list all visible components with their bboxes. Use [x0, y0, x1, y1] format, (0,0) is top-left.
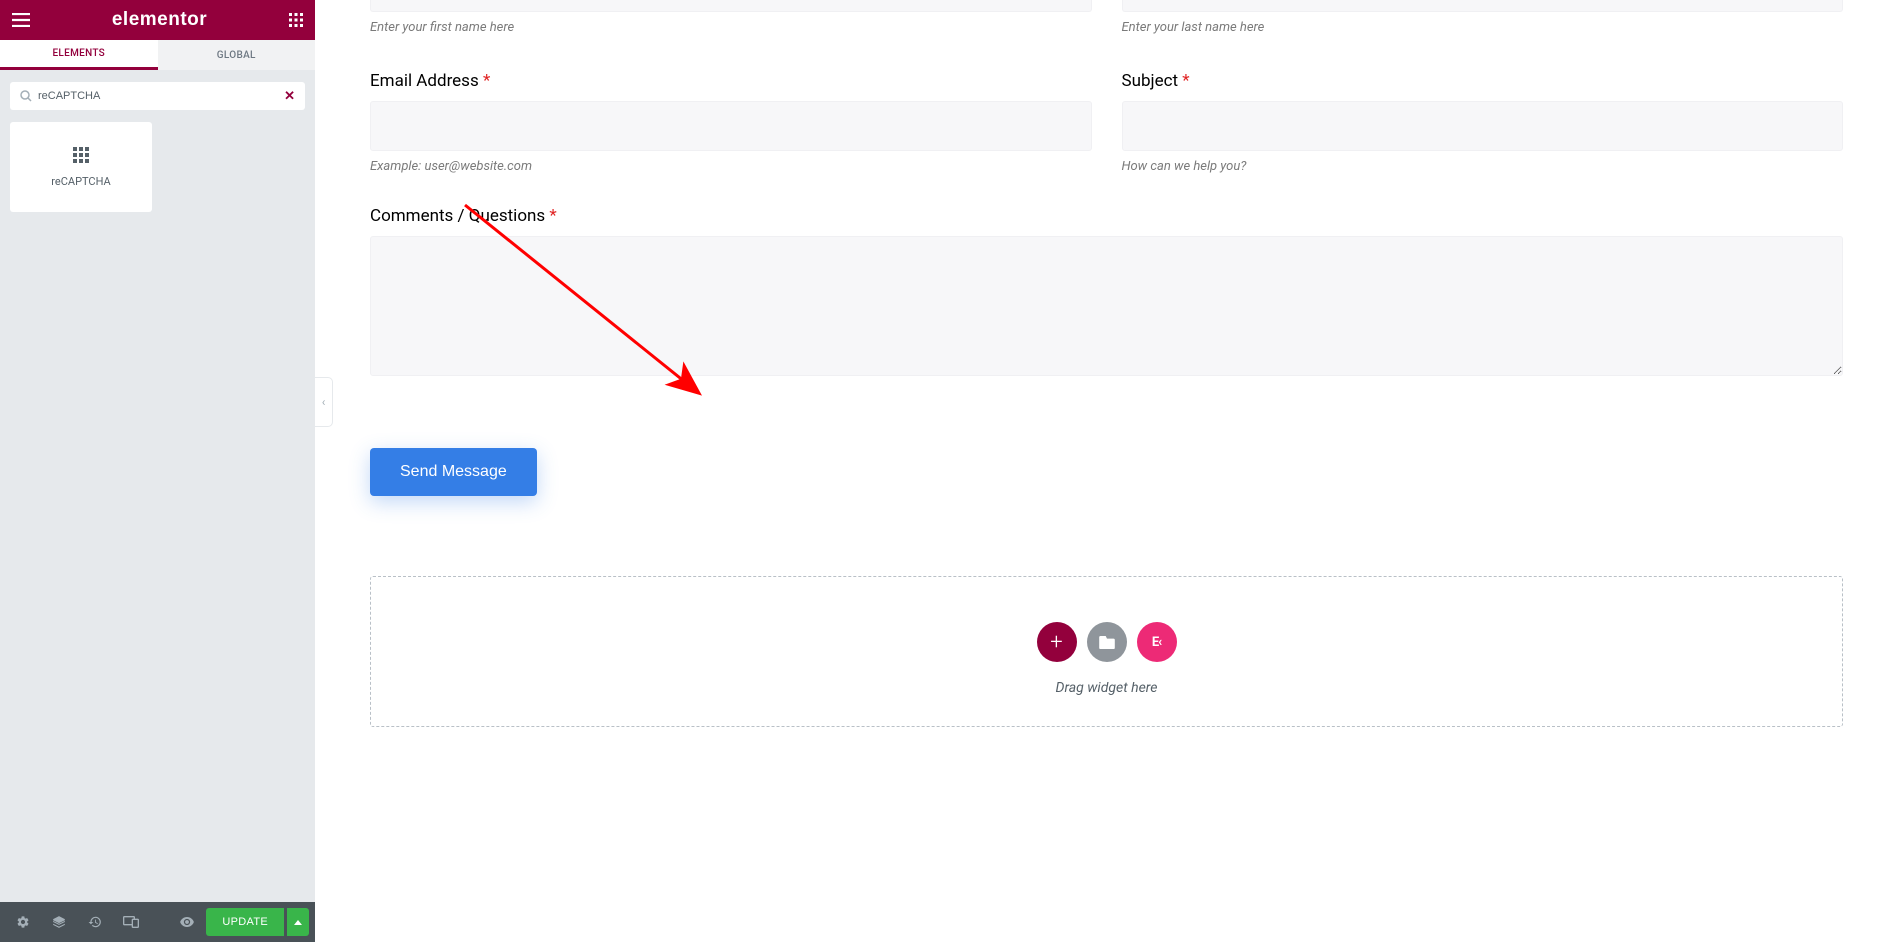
comments-label-text: Comments / Questions — [370, 206, 545, 226]
update-button[interactable]: UPDATE — [206, 908, 284, 936]
first-name-field[interactable] — [370, 0, 1092, 12]
tab-global[interactable]: GLOBAL — [158, 40, 316, 70]
send-message-button[interactable]: Send Message — [370, 448, 537, 496]
elementor-sidebar: elementor ELEMENTS GLOBAL ✕ — [0, 0, 315, 942]
required-mark: * — [1182, 71, 1189, 91]
widget-label: reCAPTCHA — [51, 175, 110, 188]
add-section-button[interactable]: + — [1037, 622, 1077, 662]
dropzone-actions: + E‹ — [371, 622, 1842, 662]
apps-icon[interactable] — [289, 13, 303, 27]
envato-template-button[interactable]: E‹ — [1137, 622, 1177, 662]
required-mark: * — [549, 206, 556, 226]
email-label-text: Email Address — [370, 71, 479, 91]
subject-field[interactable] — [1122, 101, 1844, 151]
required-mark: * — [483, 71, 490, 91]
contact-form: Enter your first name here Enter your la… — [315, 0, 1898, 496]
sidebar-topbar: elementor — [0, 0, 315, 40]
clear-search-icon[interactable]: ✕ — [284, 89, 295, 104]
last-name-field[interactable] — [1122, 0, 1844, 12]
brand-logo: elementor — [112, 9, 207, 31]
comments-field[interactable] — [370, 236, 1843, 376]
first-name-hint: Enter your first name here — [370, 20, 1092, 35]
new-section-dropzone[interactable]: + E‹ Drag widget here — [370, 576, 1843, 727]
menu-icon[interactable] — [12, 13, 30, 27]
widget-search[interactable]: ✕ — [10, 82, 305, 110]
recaptcha-icon — [73, 147, 89, 163]
subject-hint: How can we help you? — [1122, 159, 1844, 174]
sidebar-bottombar: UPDATE — [0, 902, 315, 942]
comments-label: Comments / Questions * — [370, 206, 1843, 226]
preview-icon[interactable] — [170, 902, 204, 942]
settings-icon[interactable] — [6, 902, 40, 942]
widget-results: reCAPTCHA — [0, 122, 315, 212]
tab-elements[interactable]: ELEMENTS — [0, 40, 158, 70]
responsive-icon[interactable] — [114, 902, 148, 942]
dropzone-hint: Drag widget here — [371, 680, 1842, 696]
history-icon[interactable] — [78, 902, 112, 942]
widget-recaptcha[interactable]: reCAPTCHA — [10, 122, 152, 212]
search-icon — [20, 87, 32, 106]
email-hint: Example: user@website.com — [370, 159, 1092, 174]
last-name-hint: Enter your last name here — [1122, 20, 1844, 35]
canvas: Enter your first name here Enter your la… — [315, 0, 1898, 942]
email-label: Email Address * — [370, 71, 1092, 91]
navigator-icon[interactable] — [42, 902, 76, 942]
collapse-sidebar-handle[interactable]: ‹ — [315, 377, 333, 427]
subject-label-text: Subject — [1122, 71, 1179, 91]
search-input[interactable] — [38, 90, 284, 102]
update-dropdown[interactable] — [287, 908, 309, 936]
add-template-button[interactable] — [1087, 622, 1127, 662]
subject-label: Subject * — [1122, 71, 1844, 91]
sidebar-tabs: ELEMENTS GLOBAL — [0, 40, 315, 70]
email-field[interactable] — [370, 101, 1092, 151]
